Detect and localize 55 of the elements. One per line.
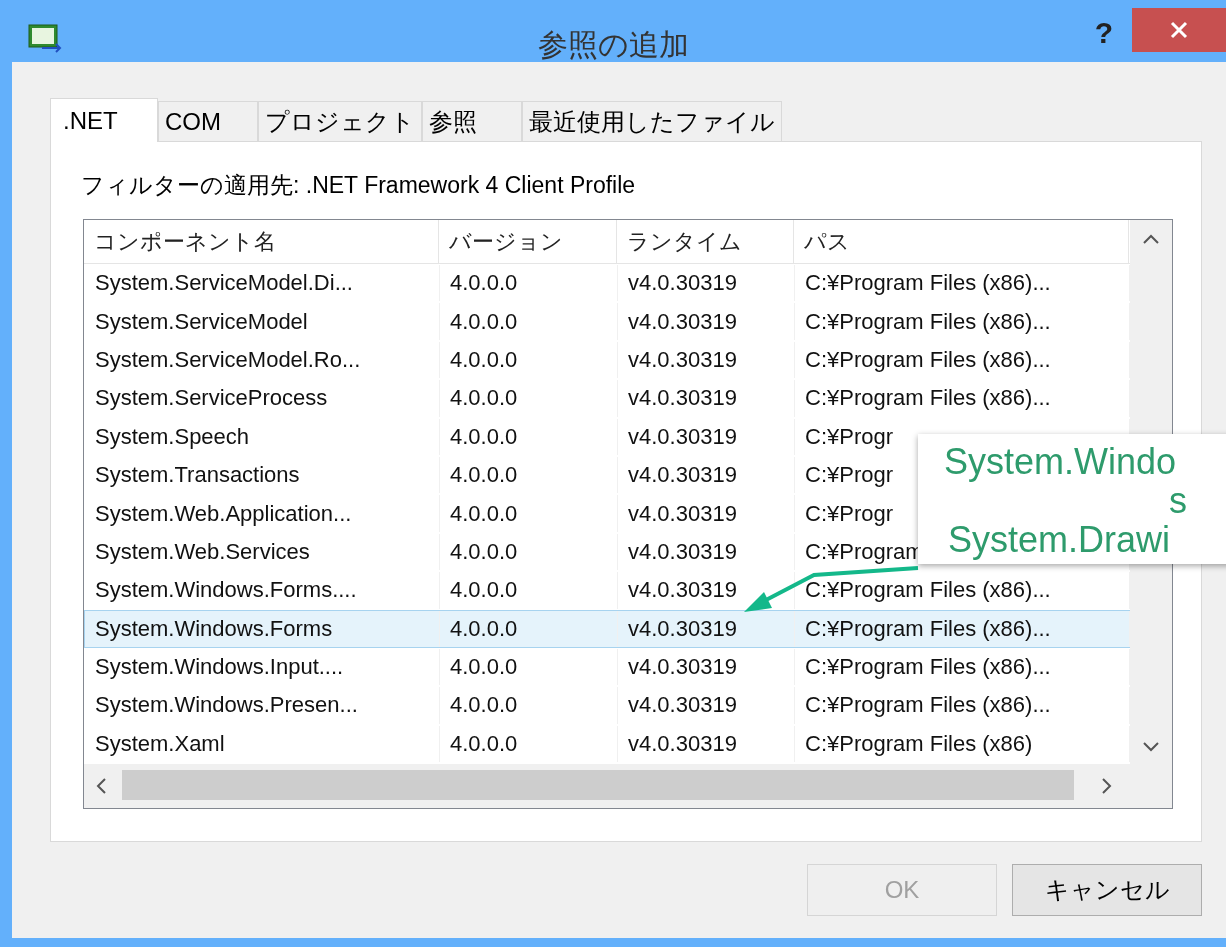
- table-cell: v4.0.30319: [628, 384, 737, 413]
- table-cell: 4.0.0.0: [450, 653, 518, 682]
- table-cell: 4.0.0.0: [450, 269, 518, 298]
- table-cell: v4.0.30319: [628, 653, 737, 682]
- table-cell: C:¥Program Files (x86)...: [805, 345, 1051, 374]
- table-cell: System.Windows.Forms: [95, 614, 333, 643]
- table-cell: C:¥Program: [805, 537, 924, 566]
- table-cell: System.Windows.Input....: [95, 653, 344, 682]
- table-cell: v4.0.30319: [628, 537, 737, 566]
- table-cell: v4.0.30319: [628, 461, 737, 490]
- callout-text: s: [1169, 483, 1187, 519]
- table-cell: System.Web.Application...: [95, 499, 352, 528]
- table-cell: System.Windows.Presen...: [95, 691, 358, 720]
- table-cell: 4.0.0.0: [450, 537, 518, 566]
- table-cell: v4.0.30319: [628, 576, 737, 605]
- table-cell: 4.0.0.0: [450, 499, 518, 528]
- window-title: 参照の追加: [537, 27, 689, 63]
- table-cell: C:¥Program Files (x86)...: [805, 307, 1051, 336]
- table-cell: System.Web.Services: [95, 537, 310, 566]
- table-cell: C:¥Progr: [805, 422, 894, 451]
- table-cell: System.ServiceModel.Di...: [95, 269, 353, 298]
- table-cell: v4.0.30319: [628, 345, 737, 374]
- table-cell: 4.0.0.0: [450, 614, 518, 643]
- table-cell: v4.0.30319: [628, 422, 737, 451]
- table-cell: v4.0.30319: [628, 307, 737, 336]
- table-cell: System.Windows.Forms....: [95, 576, 357, 605]
- table-cell: 4.0.0.0: [450, 461, 518, 490]
- table-cell: v4.0.30319: [628, 614, 737, 643]
- table-cell: 4.0.0.0: [450, 422, 518, 451]
- table-cell: C:¥Program Files (x86): [805, 729, 1033, 758]
- table-cell: v4.0.30319: [628, 499, 737, 528]
- table-cell: System.Transactions: [95, 461, 300, 490]
- table-cell: C:¥Program Files (x86)...: [805, 384, 1051, 413]
- table-cell: System.ServiceProcess: [95, 384, 328, 413]
- table-cell: C:¥Progr: [805, 499, 894, 528]
- table-cell: 4.0.0.0: [450, 576, 518, 605]
- table-cell: v4.0.30319: [628, 691, 737, 720]
- table-cell: System.Speech: [95, 422, 250, 451]
- table-cell: v4.0.30319: [628, 729, 737, 758]
- table-cell: 4.0.0.0: [450, 691, 518, 720]
- table-cell: C:¥Progr: [805, 461, 894, 490]
- table-cell: 4.0.0.0: [450, 345, 518, 374]
- table-cell: System.ServiceModel: [95, 307, 308, 336]
- table-cell: v4.0.30319: [628, 269, 737, 298]
- table-cell: 4.0.0.0: [450, 729, 518, 758]
- table-cell: C:¥Program Files (x86)...: [805, 576, 1051, 605]
- filter-label: フィルターの適用先: .NET Framework 4 Client Profile: [81, 171, 636, 200]
- table-cell: C:¥Program Files (x86)...: [805, 269, 1051, 298]
- table-cell: 4.0.0.0: [450, 307, 518, 336]
- table-cell: System.Xaml: [95, 729, 225, 758]
- table-cell: System.ServiceModel.Ro...: [95, 345, 361, 374]
- table-cell: C:¥Program Files (x86)...: [805, 614, 1051, 643]
- table-cell: C:¥Program Files (x86)...: [805, 691, 1051, 720]
- table-cell: C:¥Program Files (x86)...: [805, 653, 1051, 682]
- table-cell: 4.0.0.0: [450, 384, 518, 413]
